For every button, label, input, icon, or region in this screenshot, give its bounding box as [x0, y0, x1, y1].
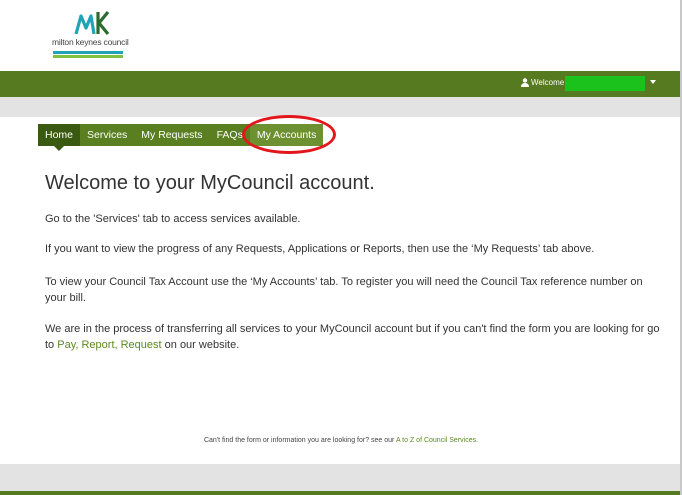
footer-green-band: [0, 491, 682, 495]
mk-logo-icon: [74, 10, 110, 36]
tab-my-accounts[interactable]: My Accounts: [249, 124, 324, 146]
user-icon: [521, 78, 529, 87]
a-to-z-link[interactable]: A to Z of Council Services.: [396, 437, 478, 444]
page-title: Welcome to your MyCouncil account.: [45, 172, 375, 194]
chevron-down-icon[interactable]: [650, 80, 656, 84]
transfer-notice: We are in the process of transferring al…: [45, 321, 663, 353]
grey-band: [0, 97, 682, 117]
tab-home[interactable]: Home: [38, 124, 81, 151]
pay-report-request-link[interactable]: Pay, Report, Request: [57, 339, 161, 351]
welcome-user-menu[interactable]: Welcome: [521, 78, 564, 87]
accounts-instruction: To view your Council Tax Account use the…: [45, 276, 643, 304]
services-instruction: Go to the 'Services' tab to access servi…: [45, 213, 301, 225]
user-name-box[interactable]: [565, 76, 645, 91]
main-nav: Home Services My Requests FAQs My Accoun…: [38, 124, 324, 151]
transfer-notice-end: on our website.: [161, 339, 240, 351]
tab-services[interactable]: Services: [80, 124, 135, 146]
logo-stripe-green: [53, 55, 123, 58]
logo-stripe-blue: [53, 51, 123, 54]
header: milton keynes council: [0, 0, 682, 71]
welcome-label: Welcome: [531, 78, 565, 87]
requests-instruction: If you want to view the progress of any …: [45, 243, 595, 255]
footer-help-text: Can't find the form or information you a…: [0, 437, 682, 444]
footer-grey-band: [0, 464, 682, 491]
top-bar: Welcome: [0, 71, 682, 97]
council-logo[interactable]: milton keynes council: [52, 10, 132, 62]
logo-text: milton keynes council: [52, 37, 129, 47]
footer-help-label: Can't find the form or information you a…: [203, 437, 396, 444]
tab-my-requests[interactable]: My Requests: [134, 124, 210, 146]
tab-faqs[interactable]: FAQs: [209, 124, 250, 146]
